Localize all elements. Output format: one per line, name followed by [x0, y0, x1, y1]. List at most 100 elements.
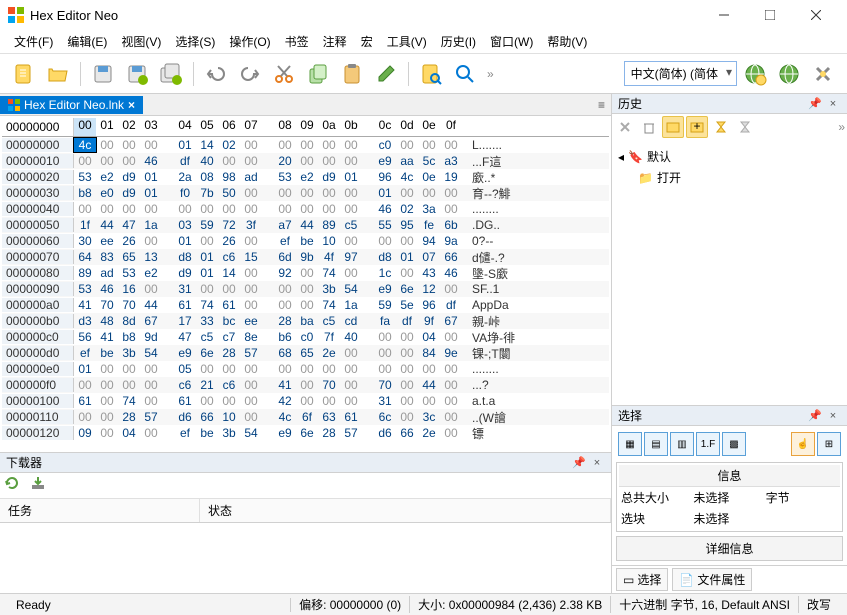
sel-btn-6[interactable]: ⊞: [817, 432, 841, 456]
panel-close-icon[interactable]: ×: [825, 96, 841, 112]
sel-btn-3[interactable]: ▥: [670, 432, 694, 456]
menu-view[interactable]: 视图(V): [115, 31, 167, 52]
tab-selection[interactable]: ▭选择: [616, 568, 668, 591]
menu-annotate[interactable]: 注释: [317, 31, 353, 52]
hex-col-08[interactable]: 08: [274, 118, 296, 136]
menu-help[interactable]: 帮助(V): [541, 31, 593, 52]
settings-button[interactable]: [807, 58, 839, 90]
hex-col-0e[interactable]: 0e: [418, 118, 440, 136]
history-mode2-button[interactable]: +: [686, 116, 708, 138]
col-status[interactable]: 状态: [200, 499, 611, 522]
menu-window[interactable]: 窗口(W): [484, 31, 539, 52]
save-all-button[interactable]: [155, 58, 187, 90]
hex-col-00[interactable]: 00: [74, 118, 96, 136]
close-button[interactable]: [793, 0, 839, 30]
hex-col-07[interactable]: 07: [240, 118, 262, 136]
history-mode1-button[interactable]: [662, 116, 684, 138]
cut-button[interactable]: [268, 58, 300, 90]
toolbar-overflow-icon[interactable]: »: [487, 67, 494, 81]
open-file-button[interactable]: [42, 58, 74, 90]
menu-bookmarks[interactable]: 书签: [279, 31, 315, 52]
paste-button[interactable]: [336, 58, 368, 90]
hex-row[interactable]: 000000c05641b89d47c5c78eb6c07f4000000400…: [2, 329, 609, 345]
find-button[interactable]: [415, 58, 447, 90]
tabs-menu-icon[interactable]: ≡: [592, 98, 611, 112]
history-overflow-icon[interactable]: »: [838, 120, 845, 134]
menu-tools[interactable]: 工具(V): [381, 31, 433, 52]
web-button-2[interactable]: [773, 58, 805, 90]
hex-editor[interactable]: 00000000 000102030405060708090a0b0c0d0e0…: [0, 116, 611, 452]
menu-history[interactable]: 历史(I): [435, 31, 482, 52]
save-as-button[interactable]: [121, 58, 153, 90]
hex-row[interactable]: 0000006030ee260001002600efbe10000000949a…: [2, 233, 609, 249]
hex-row[interactable]: 0000012009000400efbe3b54e96e2857d6662e00…: [2, 425, 609, 441]
panel-pin-icon[interactable]: 📌: [571, 455, 587, 471]
hex-row[interactable]: 0000004000000000000000000000000046023a00…: [2, 201, 609, 217]
language-selector[interactable]: 中文(简体) (简体: [624, 61, 737, 86]
hex-row[interactable]: 0000011000002857d66610004c6f63616c003c00…: [2, 409, 609, 425]
hex-col-0d[interactable]: 0d: [396, 118, 418, 136]
edit-button[interactable]: [370, 58, 402, 90]
hex-row[interactable]: 0000010061007400610000004200000031000000…: [2, 393, 609, 409]
menu-select[interactable]: 选择(S): [169, 31, 221, 52]
undo-button[interactable]: [200, 58, 232, 90]
downloader-download-button[interactable]: [30, 475, 52, 497]
save-button[interactable]: [87, 58, 119, 90]
history-delete-button[interactable]: [638, 116, 660, 138]
hex-row[interactable]: 000000a041707044617461000000741a595e96df…: [2, 297, 609, 313]
document-tab[interactable]: Hex Editor Neo.lnk ×: [0, 96, 143, 114]
maximize-button[interactable]: [747, 0, 793, 30]
panel-pin-icon[interactable]: 📌: [807, 408, 823, 424]
copy-button[interactable]: [302, 58, 334, 90]
panel-pin-icon[interactable]: 📌: [807, 96, 823, 112]
history-tree[interactable]: ◂ 🔖 默认 📁 打开: [612, 140, 847, 194]
hex-row[interactable]: 0000008089ad53e2d9011400920074001c004346…: [2, 265, 609, 281]
sel-btn-hand[interactable]: ☝: [791, 432, 815, 456]
panel-close-icon[interactable]: ×: [589, 455, 605, 471]
tab-file-props[interactable]: 📄文件属性: [672, 568, 752, 591]
hex-col-0b[interactable]: 0b: [340, 118, 362, 136]
sel-btn-4[interactable]: 1.F: [696, 432, 720, 456]
new-file-button[interactable]: [8, 58, 40, 90]
redo-button[interactable]: [234, 58, 266, 90]
panel-close-icon[interactable]: ×: [825, 408, 841, 424]
hex-col-02[interactable]: 02: [118, 118, 140, 136]
hex-col-01[interactable]: 01: [96, 118, 118, 136]
hex-col-0c[interactable]: 0c: [374, 118, 396, 136]
menu-macro[interactable]: 宏: [355, 31, 379, 52]
hex-row[interactable]: 000000b0d3488d671733bcee28bac5cdfadf9f67…: [2, 313, 609, 329]
hex-col-03[interactable]: 03: [140, 118, 162, 136]
hex-col-04[interactable]: 04: [174, 118, 196, 136]
sel-btn-1[interactable]: ▦: [618, 432, 642, 456]
hex-row[interactable]: 00000090534616003100000000003b54e96e1200…: [2, 281, 609, 297]
hex-col-0f[interactable]: 0f: [440, 118, 462, 136]
menu-operations[interactable]: 操作(O): [223, 31, 276, 52]
downloader-refresh-button[interactable]: [4, 475, 26, 497]
hex-col-06[interactable]: 06: [218, 118, 240, 136]
minimize-button[interactable]: [701, 0, 747, 30]
hex-row[interactable]: 000000501f44471a0359723fa74489c55595fe6b…: [2, 217, 609, 233]
sel-btn-2[interactable]: ▤: [644, 432, 668, 456]
hex-row[interactable]: 0000002053e2d9012a0898ad53e2d901964c0e19…: [2, 169, 609, 185]
history-hourglass2-button[interactable]: [734, 116, 756, 138]
history-node-open[interactable]: 📁 打开: [618, 167, 841, 188]
col-task[interactable]: 任务: [0, 499, 200, 522]
tab-close-icon[interactable]: ×: [128, 98, 135, 112]
tree-toggle-icon[interactable]: ◂: [618, 150, 624, 164]
hex-row[interactable]: 00000030b8e0d901f07b50000000000001000000…: [2, 185, 609, 201]
search-button[interactable]: [449, 58, 481, 90]
sel-btn-5[interactable]: ▩: [722, 432, 746, 456]
hex-row[interactable]: 000000004c0000000114020000000000c0000000…: [2, 137, 609, 153]
hex-col-05[interactable]: 05: [196, 118, 218, 136]
history-clear-button[interactable]: [614, 116, 636, 138]
history-hourglass-button[interactable]: [710, 116, 732, 138]
hex-row[interactable]: 000000f000000000c621c6004100700070004400…: [2, 377, 609, 393]
hex-row[interactable]: 0000007064836513d801c6156d9b4f97d8010766…: [2, 249, 609, 265]
hex-row[interactable]: 0000001000000046df40000020000000e9aa5ca3…: [2, 153, 609, 169]
hex-row[interactable]: 000000e001000000050000000000000000000000…: [2, 361, 609, 377]
history-node-root[interactable]: ◂ 🔖 默认: [618, 146, 841, 167]
menu-edit[interactable]: 编辑(E): [61, 31, 113, 52]
hex-col-0a[interactable]: 0a: [318, 118, 340, 136]
web-button-1[interactable]: [739, 58, 771, 90]
menu-file[interactable]: 文件(F): [8, 31, 59, 52]
